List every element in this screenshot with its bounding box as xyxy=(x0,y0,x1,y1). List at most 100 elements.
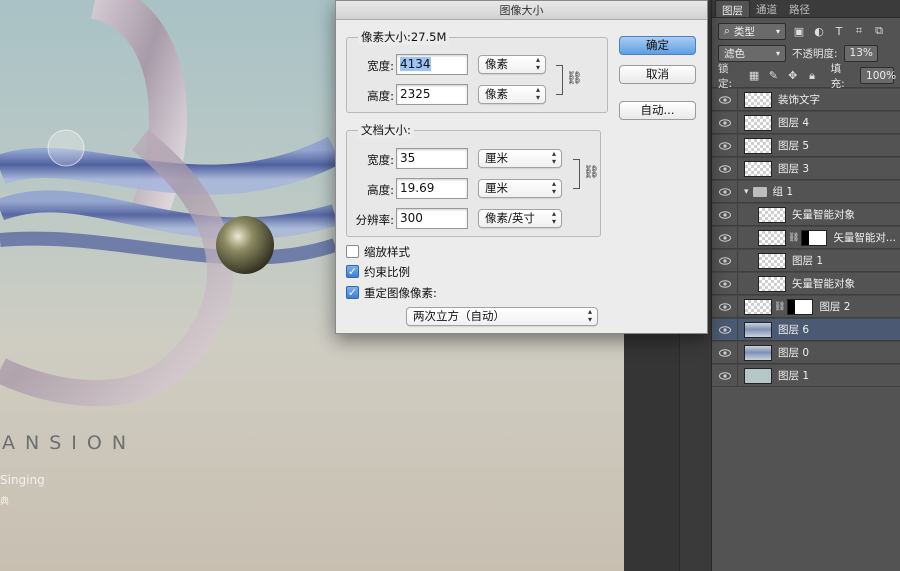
layer-thumbnail xyxy=(744,344,772,361)
lock-brush-icon[interactable]: ✎ xyxy=(767,69,780,83)
updown-arrow-icon: ▴ ▾ xyxy=(551,149,556,166)
layers-panel: 图层 通道 路径 ⌕ 类型 ▾ ▣ ◐ T ⌗ ⧉ 滤色 ▾ 不透明度: 13%… xyxy=(711,0,900,571)
scale-styles-checkbox[interactable] xyxy=(346,245,359,258)
lock-transparent-icon[interactable]: ▦ xyxy=(747,69,760,83)
layer-mask-thumbnail[interactable] xyxy=(801,229,828,246)
layer-row[interactable]: 图层 1 xyxy=(712,249,900,272)
doc-height-input[interactable]: 19.69 xyxy=(396,178,468,199)
visibility-eye-icon[interactable] xyxy=(712,318,738,341)
image-filter-icon[interactable]: ▣ xyxy=(792,24,806,38)
layer-name: 矢量智能对象 xyxy=(792,209,855,221)
type-filter-icon[interactable]: T xyxy=(832,24,846,38)
layer-thumbnail xyxy=(744,321,772,338)
updown-arrow-icon: ▴ ▾ xyxy=(551,179,556,196)
cancel-button[interactable]: 取消 xyxy=(619,65,696,84)
doc-width-input[interactable]: 35 xyxy=(396,148,468,169)
layer-row[interactable]: ▾ 组 1 xyxy=(712,180,900,203)
image-size-dialog: 图像大小 像素大小:27.5M 宽度: 4134 像素 ▴ ▾ 高度: 2325 像… xyxy=(335,0,708,334)
constrain-proportions-label: 约束比例 xyxy=(364,265,410,279)
resolution-unit-select[interactable]: 像素/英寸 ▴ ▾ xyxy=(478,209,562,228)
resample-method-value: 两次立方（自动） xyxy=(413,309,505,323)
doc-height-label: 高度: xyxy=(367,183,394,197)
layer-mask-thumbnail[interactable] xyxy=(787,298,814,315)
chain-link-icon: ⛓︎ xyxy=(566,71,583,86)
pixel-height-input[interactable]: 2325 xyxy=(396,84,468,105)
fill-input[interactable]: 100% xyxy=(860,67,896,84)
layer-name: 图层 4 xyxy=(778,117,810,129)
layer-name: 图层 6 xyxy=(778,324,810,336)
layer-row[interactable]: 图层 1 xyxy=(712,364,900,387)
tab-layers[interactable]: 图层 xyxy=(715,0,750,17)
layer-row[interactable]: 装饰文字 xyxy=(712,88,900,111)
resolution-input[interactable]: 300 xyxy=(396,208,468,229)
resolution-unit-value: 像素/英寸 xyxy=(485,211,535,225)
auto-button[interactable]: 自动... xyxy=(619,101,696,120)
shape-filter-icon[interactable]: ⌗ xyxy=(852,24,866,38)
doc-width-unit-select[interactable]: 厘米 ▴ ▾ xyxy=(478,149,562,168)
chevron-down-icon: ▾ xyxy=(775,26,780,36)
layer-row[interactable]: 图层 0 xyxy=(712,341,900,364)
visibility-eye-icon[interactable] xyxy=(712,111,738,134)
pixel-height-unit-value: 像素 xyxy=(485,87,508,101)
layer-name: 图层 3 xyxy=(778,163,810,175)
ok-button[interactable]: 确定 xyxy=(619,36,696,55)
resample-checkbox[interactable]: ✓ xyxy=(346,286,359,299)
layer-row[interactable]: 图层 5 xyxy=(712,134,900,157)
resample-method-select[interactable]: 两次立方（自动） ▴ ▾ xyxy=(406,307,598,326)
mask-link-icon[interactable]: ⛓︎ xyxy=(774,302,785,312)
opacity-input[interactable]: 13% xyxy=(843,44,878,62)
opacity-label: 不透明度: xyxy=(792,47,838,60)
tab-paths[interactable]: 路径 xyxy=(783,0,816,17)
blend-mode-value: 滤色 xyxy=(724,47,745,60)
layer-name: 装饰文字 xyxy=(778,94,820,106)
group-expand-icon[interactable]: ▾ xyxy=(744,187,749,197)
pixel-height-unit-select[interactable]: 像素 ▴ ▾ xyxy=(478,85,546,104)
tab-channels[interactable]: 通道 xyxy=(750,0,783,17)
layer-name: 图层 0 xyxy=(778,347,810,359)
visibility-eye-icon[interactable] xyxy=(712,249,738,272)
visibility-eye-icon[interactable] xyxy=(712,341,738,364)
smart-object-filter-icon[interactable]: ⧉ xyxy=(872,24,886,38)
layer-thumbnail xyxy=(758,275,786,292)
layer-row[interactable]: 图层 4 xyxy=(712,111,900,134)
layer-list: 装饰文字图层 4 图层 5 图层 3 ▾ 组 1 矢量智能对象 ⛓︎ 矢量智能对... 图层 1… xyxy=(712,88,900,387)
visibility-eye-icon[interactable] xyxy=(712,88,738,111)
doc-size-title: 文档大小: xyxy=(358,122,414,138)
mask-link-icon[interactable]: ⛓︎ xyxy=(788,233,799,243)
layer-row[interactable]: 矢量智能对象 xyxy=(712,203,900,226)
panel-tabs: 图层 通道 路径 xyxy=(712,0,900,18)
layer-row[interactable]: 图层 6 xyxy=(712,318,900,341)
visibility-eye-icon[interactable] xyxy=(712,226,738,249)
layer-row[interactable]: 矢量智能对象 xyxy=(712,272,900,295)
visibility-eye-icon[interactable] xyxy=(712,203,738,226)
resolution-value: 300 xyxy=(400,211,423,225)
canvas-subtitle-text: Singing xyxy=(0,473,45,487)
layer-filter-select[interactable]: ⌕ 类型 ▾ xyxy=(718,22,786,40)
visibility-eye-icon[interactable] xyxy=(712,364,738,387)
doc-height-unit-select[interactable]: 厘米 ▴ ▾ xyxy=(478,179,562,198)
blend-mode-select[interactable]: 滤色 ▾ xyxy=(718,44,786,62)
scale-styles-label: 缩放样式 xyxy=(364,245,410,259)
layer-name: 图层 5 xyxy=(778,140,810,152)
pixel-link-bracket xyxy=(556,65,563,95)
updown-arrow-icon: ▴ ▾ xyxy=(535,85,540,102)
visibility-eye-icon[interactable] xyxy=(712,157,738,180)
layer-row[interactable]: ⛓︎ 图层 2 xyxy=(712,295,900,318)
chevron-down-icon: ▾ xyxy=(775,48,780,58)
lock-move-icon[interactable]: ✥ xyxy=(786,69,799,83)
visibility-eye-icon[interactable] xyxy=(712,272,738,295)
visibility-eye-icon[interactable] xyxy=(712,134,738,157)
canvas-title-text: ANSION xyxy=(2,432,137,454)
visibility-eye-icon[interactable] xyxy=(712,295,738,318)
pixel-width-input[interactable]: 4134 xyxy=(396,54,468,75)
lock-all-icon[interactable]: 🔒︎ xyxy=(805,69,818,83)
layer-row[interactable]: 图层 3 xyxy=(712,157,900,180)
doc-width-label: 宽度: xyxy=(367,153,394,167)
constrain-proportions-checkbox[interactable]: ✓ xyxy=(346,265,359,278)
layer-row[interactable]: ⛓︎ 矢量智能对... xyxy=(712,226,900,249)
adjustment-filter-icon[interactable]: ◐ xyxy=(812,24,826,38)
visibility-eye-icon[interactable] xyxy=(712,180,738,203)
pixel-width-unit-select[interactable]: 像素 ▴ ▾ xyxy=(478,55,546,74)
layer-name: 图层 1 xyxy=(792,255,824,267)
layer-thumbnail xyxy=(744,114,772,131)
